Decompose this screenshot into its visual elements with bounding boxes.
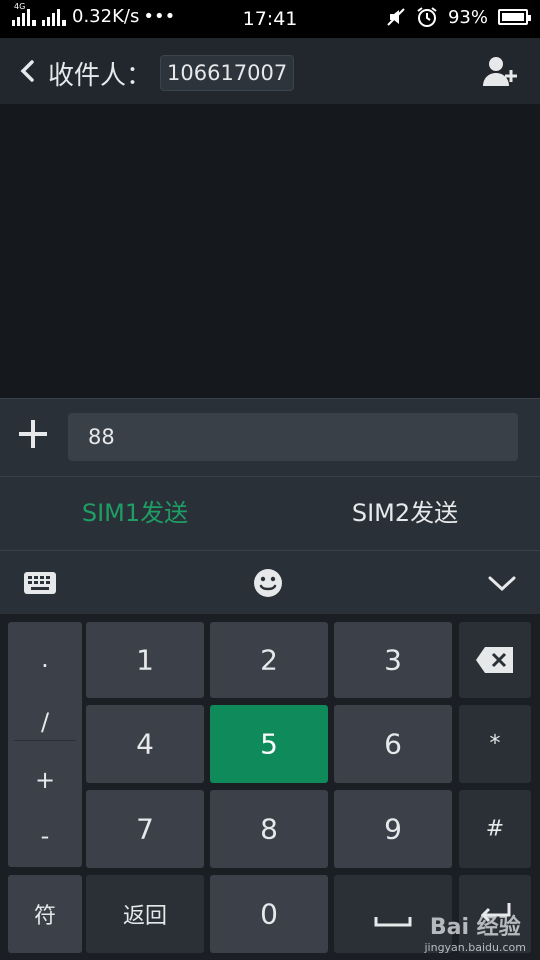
watermark-url: jingyan.baidu.com	[424, 941, 526, 954]
symbol-key-dot[interactable]: ·	[8, 652, 82, 680]
symbol-key-slash[interactable]: /	[8, 708, 82, 736]
mute-icon	[387, 8, 405, 26]
symbol-mode-key[interactable]: 符	[8, 875, 82, 953]
input-toolbar	[0, 550, 540, 614]
symbol-divider	[14, 740, 76, 741]
back-key[interactable]: 返回	[86, 875, 204, 953]
recipient-chip[interactable]: 106617007	[160, 55, 295, 91]
chevron-down-icon[interactable]	[484, 565, 520, 601]
add-contact-icon[interactable]	[480, 52, 520, 92]
key-4[interactable]: 4	[86, 705, 204, 783]
key-0[interactable]: 0	[210, 875, 328, 953]
battery-percent: 93%	[447, 6, 488, 28]
plus-icon[interactable]	[16, 417, 50, 451]
key-5[interactable]: 5	[210, 705, 328, 783]
backspace-icon	[476, 647, 513, 673]
alarm-icon	[417, 7, 437, 27]
status-right: 93%	[386, 6, 531, 28]
key-3[interactable]: 3	[334, 622, 452, 698]
emoji-icon[interactable]	[250, 565, 286, 601]
compose-bar: 88	[0, 398, 540, 476]
key-7[interactable]: 7	[86, 790, 204, 868]
watermark: Bai 经验 jingyan.baidu.com	[424, 909, 526, 954]
key-star[interactable]: *	[459, 705, 531, 783]
sim1-send-button[interactable]: SIM1发送	[0, 477, 270, 549]
keyboard-icon[interactable]	[22, 565, 58, 601]
status-bar: 4G 0.32K/s ••• 17:41 93%	[0, 0, 540, 38]
sim2-send-button[interactable]: SIM2发送	[270, 477, 540, 549]
symbol-key-minus[interactable]: -	[8, 822, 82, 850]
symbol-column: · / + -	[8, 622, 82, 867]
send-options: SIM1发送 SIM2发送	[0, 476, 540, 550]
watermark-brand: Bai 经验	[429, 915, 521, 940]
back-arrow-icon[interactable]	[16, 56, 40, 86]
message-input[interactable]: 88	[68, 413, 518, 461]
numeric-keyboard: · / + - 1 2 3 4 5 6 * 7 8 9 # 符 返回 0 Bai…	[0, 614, 540, 960]
space-icon	[374, 917, 412, 927]
key-2[interactable]: 2	[210, 622, 328, 698]
key-9[interactable]: 9	[334, 790, 452, 868]
message-thread	[0, 104, 540, 398]
key-8[interactable]: 8	[210, 790, 328, 868]
battery-icon	[498, 9, 531, 25]
key-1[interactable]: 1	[86, 622, 204, 698]
key-hash[interactable]: #	[459, 790, 531, 868]
key-6[interactable]: 6	[334, 705, 452, 783]
recipient-label: 收件人：	[48, 61, 153, 91]
backspace-key[interactable]	[459, 622, 531, 698]
symbol-key-plus[interactable]: +	[8, 766, 82, 794]
header: 收件人： 106617007	[0, 38, 540, 104]
